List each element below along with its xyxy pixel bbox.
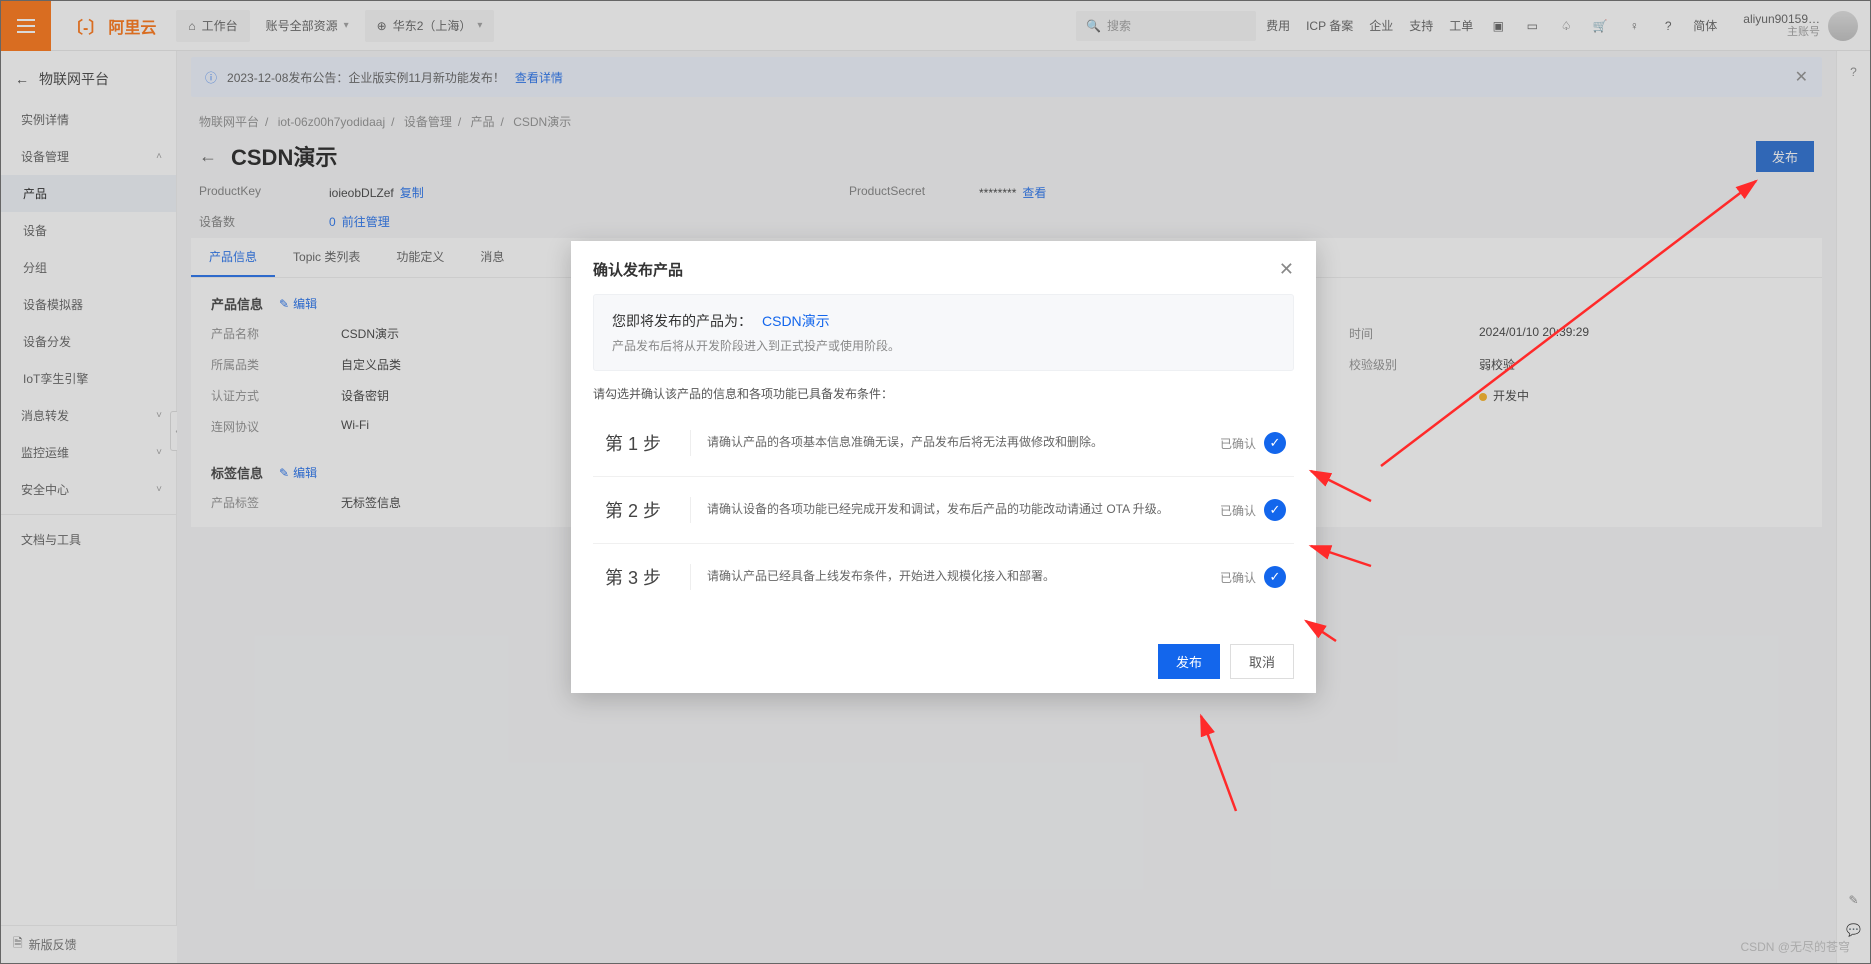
step-desc: 请确认产品已经具备上线发布条件，开始进入规模化接入和部署。	[691, 567, 1220, 586]
check-icon[interactable]: ✓	[1264, 499, 1286, 521]
step-desc: 请确认设备的各项功能已经完成开发和调试，发布后产品的功能改动请通过 OTA 升级…	[691, 500, 1220, 519]
product-prefix: 您即将发布的产品为：	[612, 313, 752, 329]
step-no: 第 1 步	[601, 430, 691, 456]
modal-publish-button[interactable]: 发布	[1158, 644, 1220, 679]
confirmed-label: 已确认	[1220, 435, 1256, 452]
product-name: CSDN演示	[762, 313, 830, 329]
check-icon[interactable]: ✓	[1264, 432, 1286, 454]
step-no: 第 3 步	[601, 564, 691, 590]
modal-cancel-button[interactable]: 取消	[1230, 644, 1294, 679]
confirmed-label: 已确认	[1220, 569, 1256, 586]
step-3: 第 3 步 请确认产品已经具备上线发布条件，开始进入规模化接入和部署。 已确认 …	[593, 544, 1294, 610]
check-hint: 请勾选并确认该产品的信息和各项功能已具备发布条件：	[593, 385, 1294, 402]
product-hint: 产品发布后将从开发阶段进入到正式投产或使用阶段。	[612, 337, 1275, 354]
step-no: 第 2 步	[601, 497, 691, 523]
confirmed-label: 已确认	[1220, 502, 1256, 519]
check-icon[interactable]: ✓	[1264, 566, 1286, 588]
step-1: 第 1 步 请确认产品的各项基本信息准确无误，产品发布后将无法再做修改和删除。 …	[593, 410, 1294, 477]
step-2: 第 2 步 请确认设备的各项功能已经完成开发和调试，发布后产品的功能改动请通过 …	[593, 477, 1294, 544]
step-desc: 请确认产品的各项基本信息准确无误，产品发布后将无法再做修改和删除。	[691, 433, 1220, 452]
product-summary: 您即将发布的产品为： CSDN演示 产品发布后将从开发阶段进入到正式投产或使用阶段…	[593, 294, 1294, 371]
publish-modal: 确认发布产品 ✕ 您即将发布的产品为： CSDN演示 产品发布后将从开发阶段进入到…	[571, 241, 1316, 693]
modal-title: 确认发布产品	[593, 259, 683, 280]
watermark: CSDN @无尽的苍穹	[1740, 938, 1850, 955]
close-icon[interactable]: ✕	[1279, 259, 1294, 280]
